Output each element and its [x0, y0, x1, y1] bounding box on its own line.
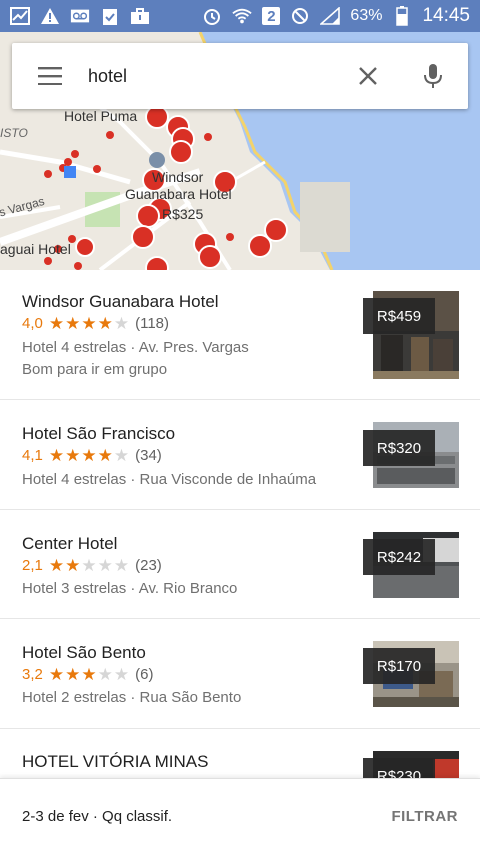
rating-value: 2,1 — [22, 557, 43, 574]
hotel-meta: Hotel 4 estrelas · Av. Pres. Vargas — [22, 339, 249, 356]
price-tag: R$242 — [363, 539, 435, 575]
voice-search-button[interactable] — [398, 43, 468, 109]
hotel-name: Center Hotel — [22, 534, 118, 553]
star-filled-icon: ★ — [65, 314, 81, 333]
hotel-extra: Bom para ir em grupo — [22, 361, 168, 378]
hotel-name: HOTEL VITÓRIA MINAS — [22, 752, 209, 771]
price-tag: R$170 — [363, 648, 435, 684]
hotel-name: Hotel São Bento — [22, 643, 146, 662]
star-filled-icon: ★ — [65, 556, 81, 575]
map-label-windsor: Windsor — [152, 169, 204, 185]
star-filled-icon: ★ — [65, 665, 81, 684]
blocked-icon — [290, 7, 310, 25]
review-count: (118) — [135, 315, 170, 332]
star-empty-icon: ★ — [113, 556, 130, 575]
status-bar-system: 2 63% 14:45 — [202, 5, 470, 27]
hotel-meta: Hotel 2 estrelas · Rua São Bento — [22, 689, 242, 706]
star-filled-icon: ★ — [48, 314, 65, 333]
rating-line: 3,2 ★ ★ ★ ★ ★ (6) — [22, 666, 153, 683]
sim2-icon: 2 — [262, 7, 281, 25]
briefcase-icon — [130, 7, 150, 25]
review-count: (6) — [135, 666, 154, 683]
star-filled-icon: ★ — [97, 314, 113, 333]
status-bar: 2 63% 14:45 — [0, 0, 480, 32]
rating-line: 4,0 ★ ★ ★ ★ ★ (118) — [22, 315, 169, 332]
search-bar[interactable]: hotel — [12, 43, 468, 109]
result-item[interactable]: HOTEL VITÓRIA MINAS R$230 — [0, 729, 480, 778]
review-count: (34) — [135, 447, 162, 464]
star-empty-icon: ★ — [81, 556, 97, 575]
rating-line: 4,1 ★ ★ ★ ★ ★ (34) — [22, 447, 162, 464]
map-label-isto: ISTO — [0, 126, 28, 140]
star-filled-icon: ★ — [48, 446, 65, 465]
result-item[interactable]: Windsor Guanabara Hotel 4,0 ★ ★ ★ ★ ★ (118) … — [0, 270, 480, 400]
rating-line: 2,1 ★ ★ ★ ★ ★ (23) — [22, 557, 162, 574]
results-list[interactable]: Windsor Guanabara Hotel 4,0 ★ ★ ★ ★ ★ (118) … — [0, 270, 480, 778]
result-item[interactable]: Hotel São Francisco 4,1 ★ ★ ★ ★ ★ (34) Hotel… — [0, 400, 480, 510]
map-label-vargas: s Vargas — [0, 194, 46, 220]
battery-icon — [392, 6, 412, 26]
filter-bar: 2-3 de fev · Qq classif. FILTRAR — [0, 778, 480, 854]
map-label-hotel-puma: Hotel Puma — [64, 108, 137, 124]
star-filled-icon: ★ — [81, 446, 97, 465]
dates-filter-summary[interactable]: 2-3 de fev · Qq classif. — [22, 808, 172, 825]
filter-button[interactable]: FILTRAR — [391, 808, 458, 825]
map-label-guanabara: Guanabara Hotel — [125, 186, 232, 202]
signal-icon — [320, 7, 341, 25]
price-tag: R$320 — [363, 430, 435, 466]
star-filled-icon: ★ — [65, 446, 81, 465]
rating-value: 4,1 — [22, 447, 43, 464]
star-filled-icon: ★ — [81, 314, 97, 333]
star-empty-icon: ★ — [113, 446, 130, 465]
star-rating: ★ ★ ★ ★ ★ — [49, 666, 129, 683]
status-bar-notifications — [10, 7, 150, 25]
hotel-name: Windsor Guanabara Hotel — [22, 292, 219, 311]
sim-label: 2 — [267, 7, 276, 25]
hotel-meta: Hotel 4 estrelas · Rua Visconde de Inhaú… — [22, 471, 317, 488]
clear-search-button[interactable] — [338, 43, 398, 109]
star-rating: ★ ★ ★ ★ ★ — [49, 447, 129, 464]
result-item[interactable]: Center Hotel 2,1 ★ ★ ★ ★ ★ (23) Hotel 3 estr… — [0, 510, 480, 619]
hamburger-menu-icon — [38, 67, 62, 85]
microphone-icon — [424, 64, 442, 88]
hotel-name: Hotel São Francisco — [22, 424, 176, 443]
star-empty-icon: ★ — [97, 665, 113, 684]
star-rating: ★ ★ ★ ★ ★ — [49, 315, 129, 332]
clock: 14:45 — [422, 5, 470, 26]
rating-value: 4,0 — [22, 315, 43, 332]
clipboard-check-icon — [100, 7, 120, 25]
search-input[interactable]: hotel — [68, 66, 338, 87]
rating-value: 3,2 — [22, 666, 43, 683]
price-tag: R$230 — [363, 758, 435, 778]
alarm-icon — [202, 7, 222, 25]
star-empty-icon: ★ — [113, 314, 130, 333]
close-icon — [359, 67, 377, 85]
price-tag: R$459 — [363, 298, 435, 334]
voicemail-icon — [70, 7, 90, 25]
star-filled-icon: ★ — [97, 446, 113, 465]
star-empty-icon: ★ — [97, 556, 113, 575]
map-label-price: R$325 — [162, 206, 203, 222]
result-item[interactable]: Hotel São Bento 3,2 ★ ★ ★ ★ ★ (6) Hotel 2 es… — [0, 619, 480, 729]
wifi-icon — [232, 7, 253, 25]
review-count: (23) — [135, 557, 162, 574]
star-filled-icon: ★ — [48, 556, 65, 575]
warning-icon — [40, 7, 60, 25]
map-label-aguai: aguai Hotel — [0, 241, 71, 257]
chart-icon — [10, 7, 30, 25]
star-filled-icon: ★ — [48, 665, 65, 684]
star-filled-icon: ★ — [81, 665, 97, 684]
star-empty-icon: ★ — [113, 665, 130, 684]
star-rating: ★ ★ ★ ★ ★ — [49, 557, 129, 574]
battery-percent: 63% — [350, 7, 383, 24]
hotel-meta: Hotel 3 estrelas · Av. Rio Branco — [22, 580, 238, 597]
